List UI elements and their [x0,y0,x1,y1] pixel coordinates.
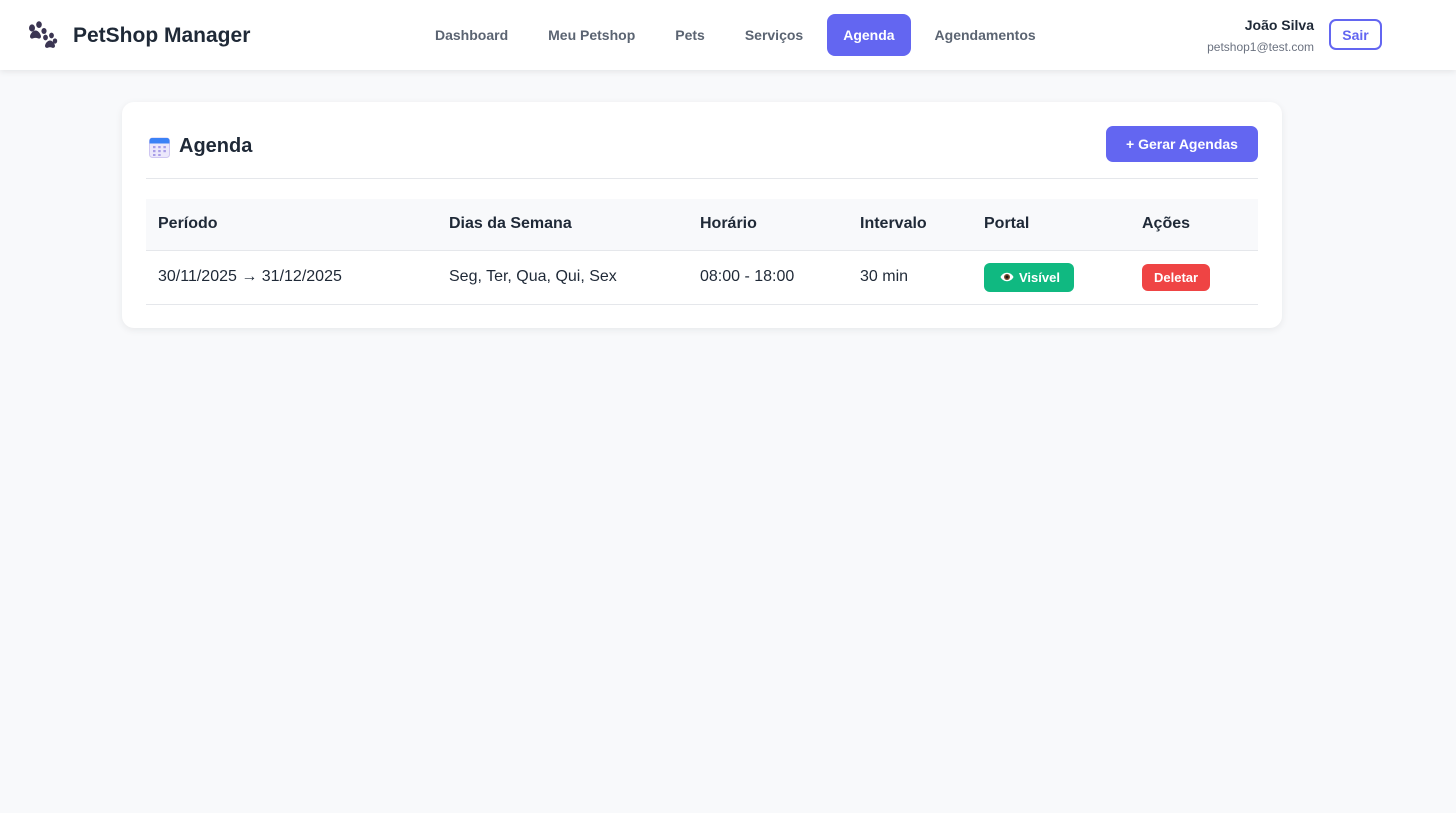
cell-portal: Visível [972,250,1130,305]
nav-item-agenda[interactable]: Agenda [827,14,911,56]
delete-button[interactable]: Deletar [1142,263,1211,291]
nav-item-pets[interactable]: Pets [659,14,721,56]
col-header-periodo: Período [146,199,437,251]
nav-item-agendamentos[interactable]: Agendamentos [919,14,1052,56]
agenda-card: Agenda + Gerar Agendas Período Dias da S… [122,102,1282,328]
user-email: petshop1@test.com [1207,40,1314,54]
cell-dias: Seg, Ter, Qua, Qui, Sex [437,250,688,305]
portal-visibility-toggle[interactable]: Visível [984,262,1074,292]
top-navbar: PetShop Manager Dashboard Meu Petshop Pe… [0,0,1456,70]
col-header-dias: Dias da Semana [437,199,688,251]
eye-icon [1000,272,1014,282]
col-header-intervalo: Intervalo [848,199,972,251]
table-row: 30/11/2025 → 31/12/2025 Seg, Ter, Qua, Q… [146,250,1258,305]
card-header: Agenda + Gerar Agendas [146,126,1258,179]
table-header-row: Período Dias da Semana Horário Intervalo… [146,199,1258,251]
agenda-table: Período Dias da Semana Horário Intervalo… [146,199,1258,305]
calendar-icon [149,137,170,158]
col-header-acoes: Ações [1130,199,1258,251]
brand[interactable]: PetShop Manager [26,20,250,52]
nav-item-servicos[interactable]: Serviços [729,14,819,56]
portal-status-label: Visível [1019,269,1060,285]
col-header-horario: Horário [688,199,848,251]
cell-acoes: Deletar [1130,250,1258,305]
app-title: PetShop Manager [73,24,251,47]
nav-item-meu-petshop[interactable]: Meu Petshop [532,14,651,56]
logout-button[interactable]: Sair [1329,19,1382,50]
main-nav: Dashboard Meu Petshop Pets Serviços Agen… [419,14,1060,56]
user-info: João Silva petshop1@test.com [1207,16,1314,55]
paw-icon [29,21,58,48]
page-title: Agenda [149,135,252,158]
col-header-portal: Portal [972,199,1130,251]
cell-periodo: 30/11/2025 → 31/12/2025 [146,250,437,305]
page-title-text: Agenda [179,135,253,157]
nav-item-dashboard[interactable]: Dashboard [419,14,524,56]
generate-agendas-button[interactable]: + Gerar Agendas [1106,126,1258,162]
user-name: João Silva [1244,17,1314,33]
cell-intervalo: 30 min [848,250,972,305]
cell-horario: 08:00 - 18:00 [688,250,848,305]
